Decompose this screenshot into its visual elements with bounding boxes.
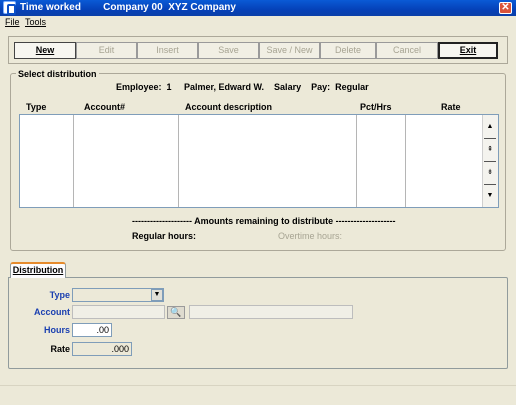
chevron-down-icon[interactable]: ▼: [151, 289, 163, 301]
exit-button-label: Exit: [459, 45, 477, 55]
scroll-separator: [484, 184, 496, 185]
binoculars-icon[interactable]: 🔍: [167, 306, 185, 319]
type-label: Type: [49, 290, 70, 300]
page-up-icon[interactable]: ⇞: [483, 140, 497, 160]
save-new-button[interactable]: Save / New: [259, 42, 320, 59]
edit-button[interactable]: Edit: [76, 42, 137, 59]
hours-label: Hours: [43, 325, 70, 335]
overtime-hours-label: Overtime hours:: [278, 231, 343, 241]
status-bar: [0, 385, 516, 405]
delete-button[interactable]: Delete: [320, 42, 376, 59]
amounts-remaining-heading: -------------------- Amounts remaining t…: [132, 216, 396, 226]
column-header-rate[interactable]: Rate: [441, 102, 461, 112]
tab-distribution-label: Distribution: [12, 265, 64, 275]
close-button[interactable]: ✕: [499, 2, 512, 14]
column-header-account[interactable]: Account#: [84, 102, 125, 112]
column-header-description[interactable]: Account description: [185, 102, 272, 112]
rate-field: .000: [72, 342, 132, 356]
scroll-separator: [484, 138, 496, 139]
grid-column-divider: [178, 115, 179, 207]
grid-column-divider: [356, 115, 357, 207]
scroll-down-icon[interactable]: ▼: [483, 186, 497, 206]
save-button[interactable]: Save: [198, 42, 259, 59]
rate-label: Rate: [50, 344, 70, 354]
regular-hours-label: Regular hours:: [132, 231, 197, 241]
tab-distribution[interactable]: Distribution: [10, 262, 66, 278]
group-legend: Select distribution: [16, 69, 99, 79]
account-description-field: [189, 305, 353, 319]
grid-column-divider: [73, 115, 74, 207]
employee-info: Employee: 1 Palmer, Edward W. Salary Pay…: [116, 82, 369, 92]
insert-button[interactable]: Insert: [137, 42, 198, 59]
column-header-pct-hrs[interactable]: Pct/Hrs: [360, 102, 392, 112]
column-header-type[interactable]: Type: [26, 102, 46, 112]
menu-file-label: File: [5, 17, 20, 27]
account-input[interactable]: [72, 305, 165, 319]
distribution-grid[interactable]: [19, 114, 499, 208]
scroll-separator: [484, 161, 496, 162]
new-button[interactable]: New: [14, 42, 76, 59]
grid-column-divider: [405, 115, 406, 207]
scroll-up-icon[interactable]: ▲: [483, 117, 497, 137]
menu-tools[interactable]: Tools: [25, 17, 46, 29]
new-button-label: New: [35, 45, 55, 55]
window-title: Time worked Company 00 XYZ Company: [20, 2, 236, 13]
account-label: Account: [34, 307, 70, 317]
app-icon: [3, 1, 16, 15]
page-down-icon[interactable]: ⇟: [483, 163, 497, 183]
menu-tools-label: Tools: [25, 17, 47, 27]
menu-file[interactable]: File: [5, 17, 20, 29]
exit-button[interactable]: Exit: [438, 42, 498, 59]
hours-input[interactable]: .00: [72, 323, 112, 337]
cancel-button[interactable]: Cancel: [376, 42, 438, 59]
